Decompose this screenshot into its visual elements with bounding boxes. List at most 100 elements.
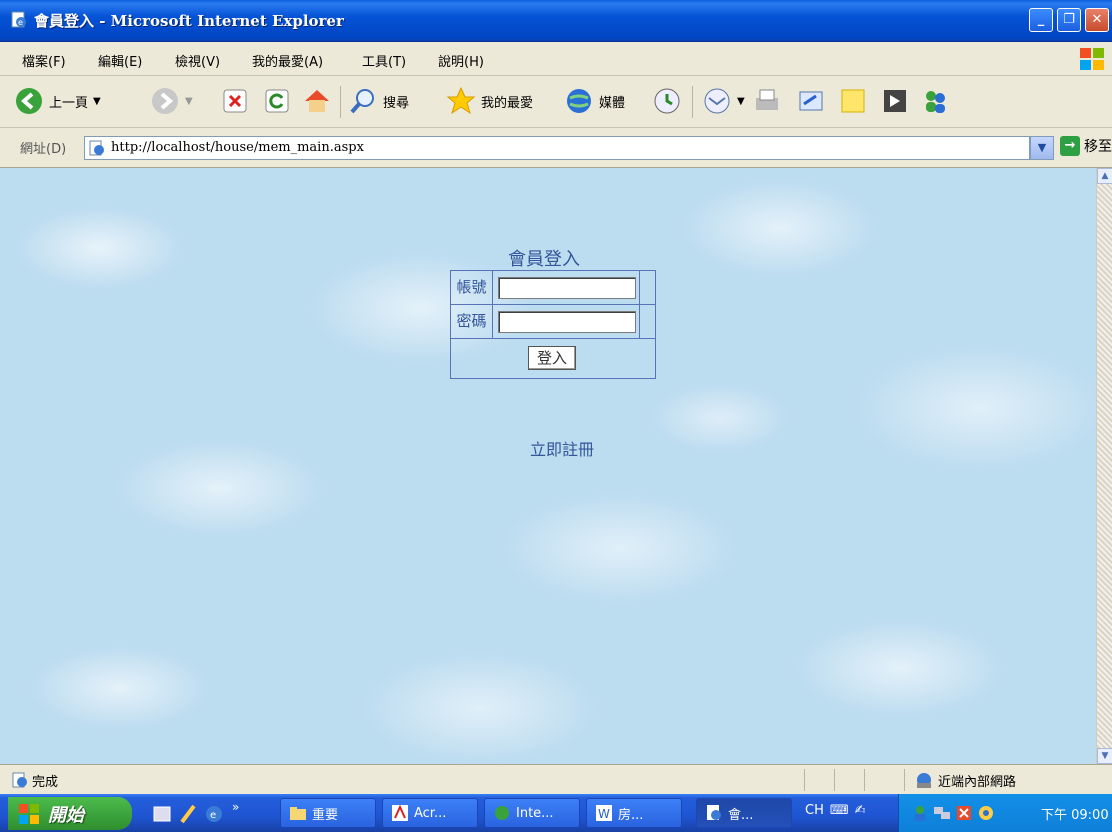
taskbar: 開始 e » 重要 Acr... Inte... W 房... 會... CH … bbox=[0, 794, 1112, 832]
mail-icon bbox=[704, 88, 730, 114]
back-label: 上一頁 bbox=[49, 95, 89, 111]
stop-button[interactable] bbox=[220, 86, 250, 116]
vertical-scrollbar[interactable]: ▲ ▼ bbox=[1096, 168, 1112, 764]
home-button[interactable] bbox=[302, 86, 332, 116]
menu-help[interactable]: 說明(H) bbox=[438, 51, 484, 70]
back-arrow-icon bbox=[16, 88, 42, 114]
account-field[interactable] bbox=[498, 277, 636, 299]
home-icon bbox=[305, 90, 329, 112]
refresh-button[interactable] bbox=[262, 86, 292, 116]
forward-dropdown-icon[interactable]: ▼ bbox=[185, 96, 193, 107]
research-icon bbox=[884, 90, 906, 112]
feather-icon[interactable] bbox=[178, 804, 198, 824]
title-bar: e 會員登入 - Microsoft Internet Explorer _ ❐… bbox=[0, 0, 1112, 42]
task-label: Acr... bbox=[414, 805, 447, 821]
svg-text:e: e bbox=[18, 18, 23, 27]
language-bar[interactable]: CH ⌨ ✍ bbox=[805, 803, 866, 818]
system-tray: 下午 09:00 bbox=[898, 794, 1112, 832]
menu-tools[interactable]: 工具(T) bbox=[362, 51, 406, 70]
messenger-button[interactable] bbox=[920, 86, 950, 116]
close-button[interactable]: ✕ bbox=[1085, 8, 1109, 32]
task-label: 房... bbox=[618, 807, 644, 823]
note-button[interactable] bbox=[838, 86, 868, 116]
address-label: 網址(D) bbox=[20, 142, 67, 157]
printer-icon bbox=[756, 89, 778, 110]
favorites-label: 我的最愛 bbox=[481, 95, 534, 111]
minimize-button[interactable]: _ bbox=[1029, 8, 1053, 32]
task-label: Inte... bbox=[516, 805, 554, 821]
research-button[interactable] bbox=[880, 86, 910, 116]
network-computers-icon[interactable] bbox=[933, 804, 951, 822]
note-icon bbox=[841, 89, 865, 113]
media-button[interactable]: 媒體 bbox=[564, 86, 625, 116]
password-row: 密碼 bbox=[451, 305, 655, 339]
login-button[interactable]: 登入 bbox=[528, 346, 576, 370]
forward-button[interactable]: ▼ bbox=[150, 86, 193, 116]
start-label: 開始 bbox=[48, 804, 84, 826]
menu-file[interactable]: 檔案(F) bbox=[22, 51, 66, 70]
account-label: 帳號 bbox=[451, 271, 493, 304]
scroll-up-icon[interactable]: ▲ bbox=[1097, 168, 1112, 184]
volume-icon[interactable] bbox=[977, 804, 995, 822]
go-arrow-icon: → bbox=[1060, 136, 1080, 156]
media-globe-icon bbox=[567, 89, 591, 113]
task-internet[interactable]: Inte... bbox=[484, 798, 580, 828]
folder-icon bbox=[290, 807, 306, 820]
quicklaunch-expand-icon[interactable]: » bbox=[232, 800, 239, 814]
task-folder[interactable]: 重要 bbox=[280, 798, 376, 828]
search-label: 搜尋 bbox=[383, 95, 410, 111]
restore-button[interactable]: ❐ bbox=[1057, 8, 1081, 32]
print-button[interactable] bbox=[752, 86, 782, 116]
favorites-button[interactable]: 我的最愛 bbox=[446, 86, 533, 116]
password-label: 密碼 bbox=[451, 305, 493, 338]
address-input[interactable]: http://localhost/house/mem_main.aspx bbox=[84, 136, 1030, 160]
menu-view[interactable]: 檢視(V) bbox=[175, 51, 220, 70]
password-field[interactable] bbox=[498, 311, 636, 333]
edit-icon bbox=[799, 91, 823, 111]
ie-quicklaunch-icon[interactable]: e bbox=[204, 804, 224, 824]
submit-row: 登入 bbox=[451, 339, 655, 378]
menu-edit[interactable]: 編輯(E) bbox=[98, 51, 142, 70]
ie-page-icon bbox=[89, 140, 104, 156]
history-icon bbox=[654, 88, 680, 114]
edit-button[interactable] bbox=[796, 86, 826, 116]
star-icon bbox=[446, 86, 476, 115]
clock: 下午 09:00 bbox=[1041, 808, 1109, 823]
task-label: 會... bbox=[728, 807, 754, 823]
back-dropdown-icon[interactable]: ▼ bbox=[93, 96, 101, 107]
start-button[interactable]: 開始 bbox=[8, 797, 132, 830]
address-bar: 網址(D) http://localhost/house/mem_main.as… bbox=[0, 128, 1112, 168]
scroll-down-icon[interactable]: ▼ bbox=[1097, 748, 1112, 764]
task-ie-active[interactable]: 會... bbox=[696, 798, 792, 828]
menu-favorites[interactable]: 我的最愛(A) bbox=[252, 51, 323, 70]
history-button[interactable] bbox=[652, 86, 682, 116]
forward-arrow-icon bbox=[152, 88, 178, 114]
mail-dropdown-icon[interactable]: ▼ bbox=[737, 96, 745, 107]
login-title: 會員登入 bbox=[508, 249, 580, 270]
toolbar: 上一頁 ▼ ▼ 搜尋 我的最愛 媒體 ▼ bbox=[0, 76, 1112, 128]
window-title: 會員登入 - Microsoft Internet Explorer bbox=[34, 12, 344, 30]
account-row: 帳號 bbox=[451, 271, 655, 305]
word-icon: W bbox=[596, 805, 612, 821]
task-word[interactable]: W 房... bbox=[586, 798, 682, 828]
messenger-icon bbox=[926, 91, 945, 113]
back-button[interactable]: 上一頁 ▼ bbox=[14, 86, 101, 116]
acrobat-icon bbox=[392, 804, 408, 821]
task-label: 重要 bbox=[312, 807, 339, 823]
search-icon bbox=[350, 89, 374, 114]
search-button[interactable]: 搜尋 bbox=[348, 86, 409, 116]
security-alert-icon[interactable] bbox=[955, 804, 973, 822]
go-button[interactable]: → 移至 bbox=[1060, 136, 1112, 156]
mail-button[interactable]: ▼ bbox=[702, 86, 745, 116]
pen-icon: ✍ bbox=[854, 803, 866, 818]
media-label: 媒體 bbox=[599, 95, 626, 111]
status-bar: 完成 近端內部網路 bbox=[0, 764, 1112, 794]
show-desktop-icon[interactable] bbox=[152, 804, 172, 824]
go-label: 移至 bbox=[1084, 139, 1112, 155]
intranet-zone-icon bbox=[917, 773, 931, 788]
address-dropdown-icon[interactable]: ▼ bbox=[1030, 136, 1054, 160]
network-user-icon[interactable] bbox=[911, 804, 929, 822]
refresh-icon bbox=[265, 89, 289, 113]
task-acrobat[interactable]: Acr... bbox=[382, 798, 478, 828]
register-link[interactable]: 立即註冊 bbox=[530, 436, 594, 460]
